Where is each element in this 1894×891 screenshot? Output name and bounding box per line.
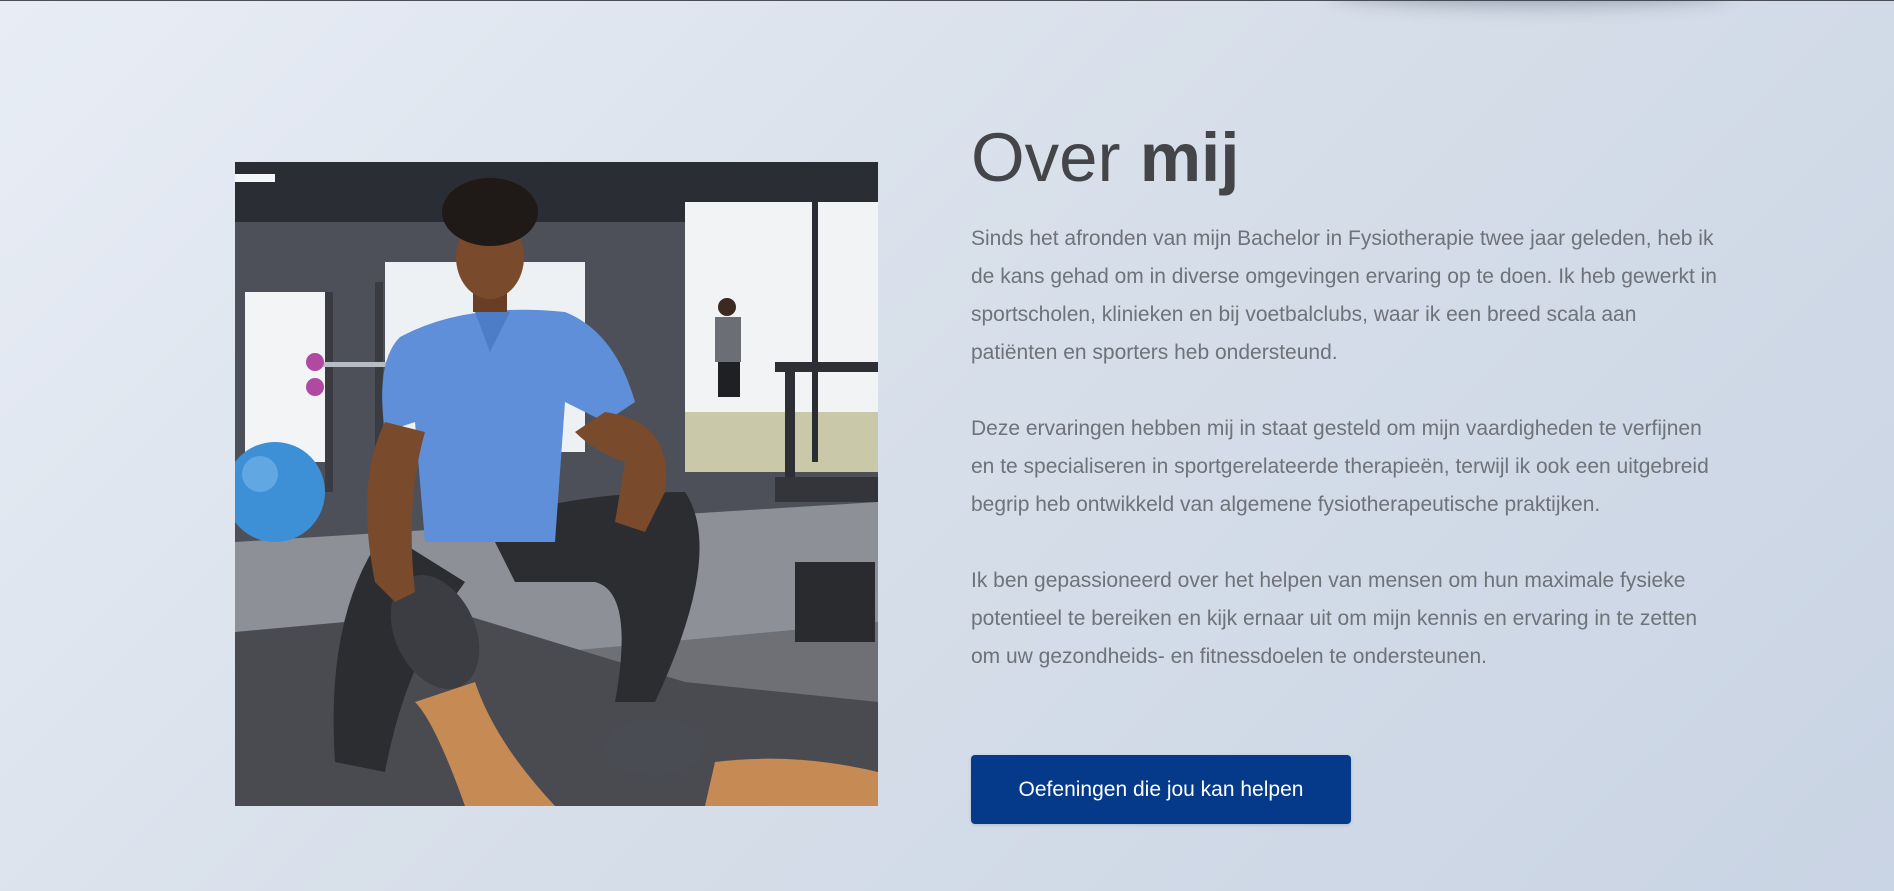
exercises-button[interactable]: Oefeningen die jou kan helpen [971, 755, 1351, 824]
about-paragraph-2: Deze ervaringen hebben mij in staat gest… [971, 417, 1709, 516]
title-light: Over [971, 119, 1121, 196]
about-paragraph-1: Sinds het afronden van mijn Bachelor in … [971, 227, 1717, 364]
title-bold: mij [1139, 119, 1240, 196]
page-title: Over mij [971, 118, 1721, 198]
about-section: Over mij Sinds het afronden van mijn Bac… [971, 118, 1721, 676]
top-border [0, 0, 1894, 1]
physiotherapist-photo [235, 162, 878, 806]
about-paragraph-3: Ik ben gepassioneerd over het helpen van… [971, 569, 1698, 668]
